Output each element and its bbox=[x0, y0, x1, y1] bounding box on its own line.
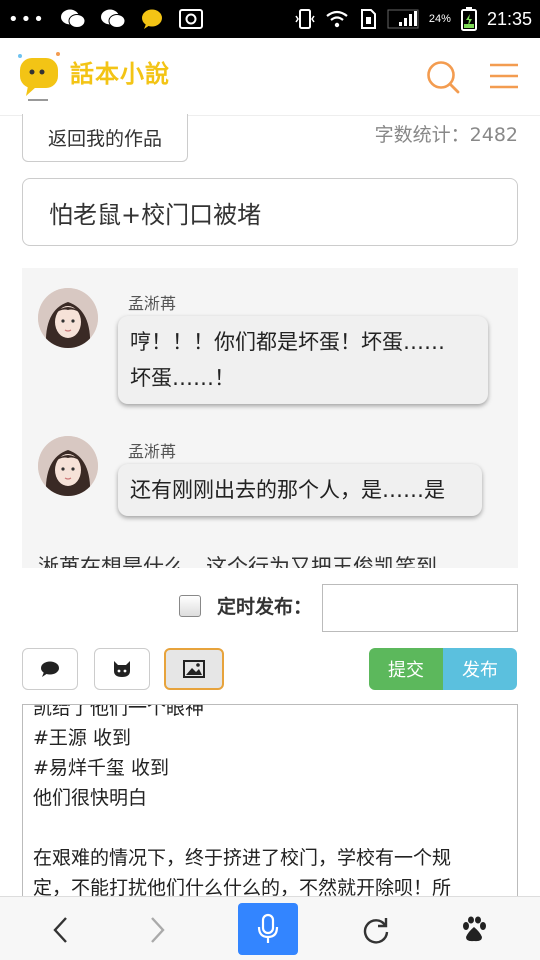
nav-back-button[interactable] bbox=[30, 905, 90, 955]
editor-line: 在艰难的情况下，终于挤进了校门，学校有一个规 bbox=[33, 847, 452, 869]
clock: 21:35 bbox=[486, 8, 532, 29]
message-bubble: 还有刚刚出去的那个人，是……是 bbox=[118, 464, 482, 516]
message-bubble: 哼！！！你们都是坏蛋！坏蛋…… 坏蛋……！ bbox=[118, 316, 488, 404]
message-text-line: 还有刚刚出去的那个人，是……是 bbox=[130, 478, 445, 502]
insert-image-button[interactable] bbox=[164, 648, 224, 690]
image-icon bbox=[183, 660, 205, 678]
avatar-image bbox=[38, 436, 98, 496]
app-logo[interactable]: 話本小說 bbox=[14, 44, 194, 108]
publish-button[interactable]: 发布 bbox=[443, 648, 517, 690]
sender-name: 孟淅苒 bbox=[128, 442, 177, 461]
screenshot-icon bbox=[178, 9, 203, 29]
editor-line: 凯给了他们一个眼神 bbox=[33, 704, 205, 719]
voice-search-button[interactable] bbox=[238, 903, 298, 955]
signal-icon bbox=[387, 9, 419, 29]
avatar bbox=[38, 288, 98, 348]
baidu-paw-icon bbox=[463, 916, 486, 942]
narration-text: 淅苒在想是什么，这个行为又把王俊凯笑到 bbox=[38, 555, 437, 568]
more-dots-icon: ••• bbox=[8, 8, 46, 30]
microphone-icon bbox=[257, 913, 279, 943]
wifi-icon bbox=[326, 10, 348, 28]
logo-text: 話本小說 bbox=[70, 60, 170, 88]
app-header: 話本小說 bbox=[0, 38, 540, 116]
message-text-line: 哼！！！你们都是坏蛋！坏蛋…… bbox=[130, 330, 445, 354]
vibrate-icon bbox=[295, 9, 315, 29]
back-arrow-icon bbox=[53, 917, 67, 943]
word-count: 字数统计：2482 bbox=[374, 124, 518, 146]
chapter-title-text: 怕老鼠+校门口被堵 bbox=[49, 200, 262, 229]
nav-baidu-button[interactable] bbox=[444, 905, 504, 955]
status-bar-left: ••• bbox=[8, 0, 204, 38]
schedule-time-input[interactable] bbox=[322, 584, 518, 632]
sim-icon bbox=[360, 9, 376, 29]
battery-percent: 24% bbox=[428, 13, 451, 25]
submit-button[interactable]: 提交 bbox=[369, 648, 443, 690]
nav-forward-button[interactable] bbox=[128, 905, 188, 955]
character-button[interactable] bbox=[94, 648, 150, 690]
status-bar-right: 24% 21:35 bbox=[295, 0, 532, 38]
message-text-line: 坏蛋……！ bbox=[130, 366, 235, 390]
status-bar: ••• 24% 21:35 bbox=[0, 0, 540, 38]
editor-blank-line bbox=[33, 813, 503, 843]
nav-refresh-button[interactable] bbox=[346, 905, 406, 955]
avatar-image bbox=[38, 288, 98, 348]
editor-line: #王源 收到 bbox=[33, 727, 131, 749]
content-editor[interactable]: 凯给了他们一个眼神 #王源 收到 #易烊千玺 收到 他们很快明白 在艰难的情况下… bbox=[22, 704, 518, 904]
logo-bubble-icon bbox=[18, 52, 60, 101]
chat-mode-button[interactable] bbox=[22, 648, 78, 690]
chat-preview[interactable]: 孟淅苒 哼！！！你们都是坏蛋！坏蛋…… 坏蛋……！ 孟淅苒 还有刚刚出去的那个人… bbox=[22, 268, 518, 568]
refresh-icon bbox=[363, 918, 389, 944]
battery-icon bbox=[460, 7, 477, 31]
schedule-checkbox[interactable] bbox=[179, 595, 201, 617]
wechat-icon bbox=[60, 9, 86, 28]
schedule-label: 定时发布： bbox=[217, 596, 313, 618]
back-to-my-works-button[interactable]: 返回我的作品 bbox=[22, 114, 188, 162]
wechat-icon-2 bbox=[100, 9, 126, 28]
sender-name: 孟淅苒 bbox=[128, 294, 177, 313]
editor-text: 凯给了他们一个眼神 #王源 收到 #易烊千玺 收到 他们很快明白 在艰难的情况下… bbox=[33, 704, 503, 903]
forward-arrow-icon bbox=[151, 917, 165, 943]
chapter-title-field[interactable]: 怕老鼠+校门口被堵 bbox=[22, 178, 518, 246]
editor-line: 他们很快明白 bbox=[33, 787, 148, 809]
chat-app-icon bbox=[141, 9, 162, 29]
github-cat-icon bbox=[114, 661, 130, 677]
menu-icon[interactable] bbox=[488, 62, 520, 90]
browser-bottom-nav bbox=[0, 896, 540, 960]
chat-bubble-icon bbox=[41, 661, 59, 677]
editor-line: #易烊千玺 收到 bbox=[33, 757, 169, 779]
search-icon[interactable] bbox=[424, 58, 462, 96]
avatar bbox=[38, 436, 98, 496]
